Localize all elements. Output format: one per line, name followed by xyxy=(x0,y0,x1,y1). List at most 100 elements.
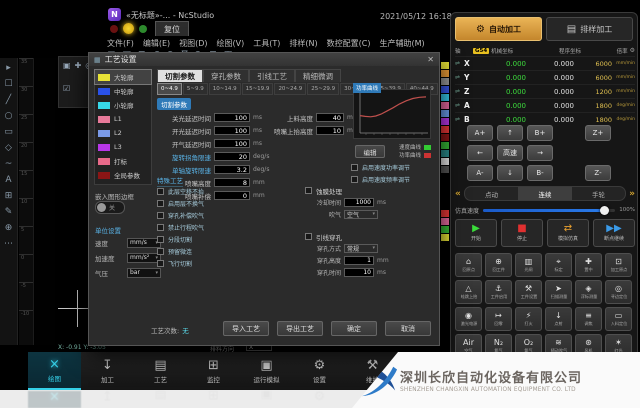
machine-function-button[interactable]: ◉ 激光电源 xyxy=(455,307,482,331)
dialog-button[interactable]: 导出工艺 xyxy=(277,321,323,336)
layer-list-item[interactable]: 小轮廓 xyxy=(95,98,151,112)
layer-list-item[interactable]: 大轮廓 xyxy=(95,70,151,84)
param-input[interactable]: 8 xyxy=(214,178,250,187)
color-swatch[interactable] xyxy=(441,150,449,157)
color-swatch[interactable] xyxy=(441,126,449,133)
jog-a-minus-button[interactable]: A- xyxy=(467,165,493,181)
param-input[interactable]: 3.2 xyxy=(214,165,250,174)
param-input[interactable]: 10 xyxy=(316,126,344,135)
main-nav-item[interactable]: ⚙ 设置 xyxy=(293,352,346,390)
color-swatch[interactable] xyxy=(441,118,449,125)
transport-button[interactable]: ▶ 开始 xyxy=(455,219,497,247)
checkbox[interactable] xyxy=(305,187,312,194)
color-swatch[interactable] xyxy=(441,158,449,165)
checkbox[interactable] xyxy=(157,188,164,195)
processing-mode-tab[interactable]: ⚙ 自动加工 xyxy=(455,17,542,41)
main-nav-item[interactable]: ▣ 运行模拟 xyxy=(240,352,293,390)
menu-item[interactable]: 排样(N) xyxy=(289,38,317,49)
layer-list-item[interactable]: L3 xyxy=(95,140,151,154)
wcs-badge[interactable]: G54 xyxy=(473,48,489,54)
machine-function-button[interactable]: ➤ 扫描测量 xyxy=(545,280,572,304)
gear-icon[interactable]: ⚙ xyxy=(630,47,635,54)
machine-function-button[interactable]: ▥ 光闸 xyxy=(515,253,542,277)
draw-tool-icon[interactable]: ~ xyxy=(5,159,13,169)
checkbox[interactable] xyxy=(351,176,358,183)
transport-button[interactable]: ⇄ 模拟仿真 xyxy=(547,219,589,247)
param-input[interactable]: 100 xyxy=(214,113,250,122)
jog-mode-option[interactable]: 手轮 xyxy=(572,187,625,200)
docked-tool-icon[interactable]: ▣ xyxy=(63,61,71,80)
menu-item[interactable]: 编辑(E) xyxy=(143,38,170,49)
color-swatch[interactable] xyxy=(441,78,449,85)
layer-list-item[interactable]: L2 xyxy=(95,126,151,140)
checkbox[interactable] xyxy=(157,212,164,219)
embed-frame-toggle[interactable]: 关 xyxy=(95,201,125,214)
checkbox[interactable] xyxy=(305,233,312,240)
jog-down-button[interactable]: ↓ xyxy=(497,165,523,181)
axis-link-icon[interactable]: ⇌ xyxy=(455,60,464,67)
color-swatch[interactable] xyxy=(441,86,449,93)
jog-mode-option[interactable]: 点动 xyxy=(465,187,518,200)
layer-list-item[interactable]: 中轮廓 xyxy=(95,84,151,98)
docked-tool-icon[interactable]: ✚ xyxy=(75,61,82,80)
machine-function-button[interactable]: ⚒ 工件设置 xyxy=(515,280,542,304)
machine-function-button[interactable]: ⊕ 回工件 xyxy=(485,253,512,277)
checkbox[interactable] xyxy=(157,248,164,255)
unit-select[interactable]: mm/s² ▾ xyxy=(127,253,161,263)
thickness-tab[interactable]: 10~14.9 xyxy=(209,83,241,95)
machine-function-button[interactable]: ↓ 点射 xyxy=(545,307,572,331)
jog-a-plus-button[interactable]: A+ xyxy=(467,125,493,141)
chevron-left-icon[interactable]: « xyxy=(455,189,461,199)
draw-tool-icon[interactable]: ╱ xyxy=(6,95,11,105)
param-input[interactable]: 1 xyxy=(344,256,374,265)
jog-left-button[interactable]: ← xyxy=(467,145,493,161)
checkbox[interactable] xyxy=(157,224,164,231)
jog-z-minus-button[interactable]: Z- xyxy=(585,165,611,181)
machine-function-button[interactable]: ⌖ 标定 xyxy=(545,253,572,277)
color-swatch[interactable] xyxy=(441,94,449,101)
unit-select[interactable]: bar ▾ xyxy=(127,268,161,278)
draw-tool-icon[interactable]: ▸ xyxy=(6,63,11,73)
color-swatch[interactable] xyxy=(441,166,449,173)
machine-function-button[interactable]: ⚡ 打火 xyxy=(515,307,542,331)
chevron-right-icon[interactable]: » xyxy=(629,189,635,199)
menu-item[interactable]: 生产辅助(M) xyxy=(379,38,424,49)
dialog-button[interactable]: 确定 xyxy=(331,321,377,336)
menu-item[interactable]: 数控配置(C) xyxy=(327,38,371,49)
dialog-button[interactable]: 导入工艺 xyxy=(223,321,269,336)
checkbox[interactable] xyxy=(157,260,164,267)
color-swatch[interactable] xyxy=(441,226,449,233)
param-input[interactable]: 100 xyxy=(214,126,250,135)
thickness-tab[interactable]: 0~4.9 xyxy=(157,83,182,95)
param-input[interactable]: 0 xyxy=(214,191,250,200)
machine-function-button[interactable]: ✚ 置中 xyxy=(575,253,602,277)
main-nav-item[interactable]: ↧ 加工 xyxy=(81,352,134,390)
color-swatch[interactable] xyxy=(441,102,449,109)
draw-tool-icon[interactable]: ✎ xyxy=(5,207,13,217)
layer-list-item[interactable]: 打标 xyxy=(95,154,151,168)
dialog-titlebar[interactable]: ▦ 工艺设置 ✕ xyxy=(89,53,439,66)
param-input[interactable]: 20 xyxy=(214,152,250,161)
jog-fast-button[interactable]: 高速 xyxy=(497,145,523,161)
axis-link-icon[interactable]: ⇌ xyxy=(455,74,464,81)
thickness-tab[interactable]: 5~9.9 xyxy=(183,83,208,95)
draw-tool-icon[interactable]: ○ xyxy=(5,111,13,121)
param-input[interactable]: 40 xyxy=(316,113,344,122)
axis-link-icon[interactable]: ⇌ xyxy=(455,102,464,109)
color-swatch[interactable] xyxy=(441,210,449,217)
dialog-tab[interactable]: 穿孔参数 xyxy=(203,69,249,82)
menu-item[interactable]: 文件(F) xyxy=(107,38,134,49)
draw-tool-icon[interactable]: ⊕ xyxy=(5,223,13,233)
jog-mode-option[interactable]: 连续 xyxy=(518,187,571,200)
draw-tool-icon[interactable]: ◇ xyxy=(5,143,12,153)
machine-function-button[interactable]: ◈ 浮标测量 xyxy=(575,280,602,304)
reset-button[interactable]: 复位 xyxy=(155,21,189,36)
curve-edit-button[interactable]: 编辑 xyxy=(355,145,385,158)
jog-z-plus-button[interactable]: Z+ xyxy=(585,125,611,141)
menu-item[interactable]: 绘图(V) xyxy=(217,38,245,49)
param-input[interactable]: 1000 xyxy=(344,198,374,207)
transport-button[interactable]: ▶▶ 断点继续 xyxy=(593,219,635,247)
dialog-button[interactable]: 取消 xyxy=(385,321,431,336)
layer-list-item[interactable]: 全局参数 xyxy=(95,168,151,182)
thickness-tab[interactable]: 15~19.9 xyxy=(242,83,274,95)
